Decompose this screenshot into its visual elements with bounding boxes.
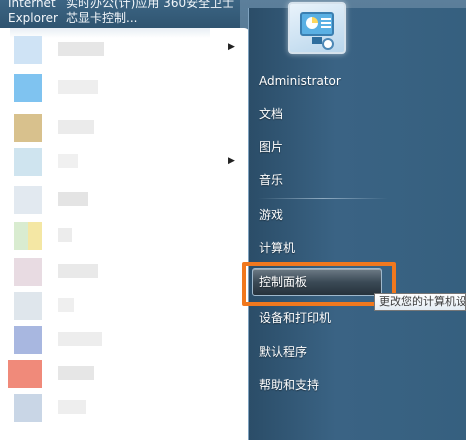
user-picture[interactable] bbox=[288, 2, 346, 54]
menu-documents[interactable]: 文档 bbox=[248, 101, 396, 127]
menu-games[interactable]: 游戏 bbox=[248, 202, 396, 228]
menu-separator bbox=[258, 198, 388, 199]
submenu-arrow-icon: ▶ bbox=[228, 42, 235, 52]
monitor-stand-icon bbox=[312, 37, 322, 44]
program-item[interactable] bbox=[0, 184, 240, 216]
pie-chart-icon bbox=[306, 17, 318, 29]
program-item[interactable] bbox=[0, 112, 240, 144]
ie-label-line1: Internet bbox=[8, 0, 56, 10]
list-lines-icon bbox=[321, 18, 331, 20]
submenu-arrow-icon: ▶ bbox=[228, 156, 235, 166]
program-item[interactable] bbox=[0, 72, 240, 104]
control-panel-tooltip: 更改您的计算机设置 bbox=[374, 293, 466, 311]
program-item[interactable] bbox=[0, 290, 240, 322]
menu-default-programs[interactable]: 默认程序 bbox=[248, 339, 396, 365]
highlight-annotation bbox=[242, 262, 396, 306]
program-item[interactable] bbox=[0, 34, 240, 66]
programs-panel: ▶ ▶ bbox=[0, 28, 250, 440]
gear-icon bbox=[322, 38, 334, 50]
program-item[interactable] bbox=[0, 146, 240, 178]
menu-help-support[interactable]: 帮助和支持 bbox=[248, 372, 396, 398]
program-item[interactable] bbox=[0, 392, 240, 424]
menu-music[interactable]: 音乐 bbox=[248, 167, 396, 193]
monitor-icon bbox=[300, 12, 334, 36]
desktop-strip: Internet Explorer 实时办公(计)应用 360安全卫士 芯显卡控… bbox=[0, 0, 240, 28]
program-label-line1: 实时办公(计)应用 360安全卫士 bbox=[66, 0, 235, 10]
program-label-line2: 芯显卡控制... bbox=[66, 11, 138, 25]
menu-pictures[interactable]: 图片 bbox=[248, 134, 396, 160]
ie-label-line2: Explorer bbox=[8, 11, 58, 25]
program-item[interactable] bbox=[0, 256, 240, 288]
program-item[interactable] bbox=[0, 324, 240, 356]
menu-user-name[interactable]: Administrator bbox=[248, 68, 396, 94]
program-item[interactable] bbox=[0, 358, 240, 390]
program-item[interactable] bbox=[0, 220, 240, 252]
menu-computer[interactable]: 计算机 bbox=[248, 235, 396, 261]
